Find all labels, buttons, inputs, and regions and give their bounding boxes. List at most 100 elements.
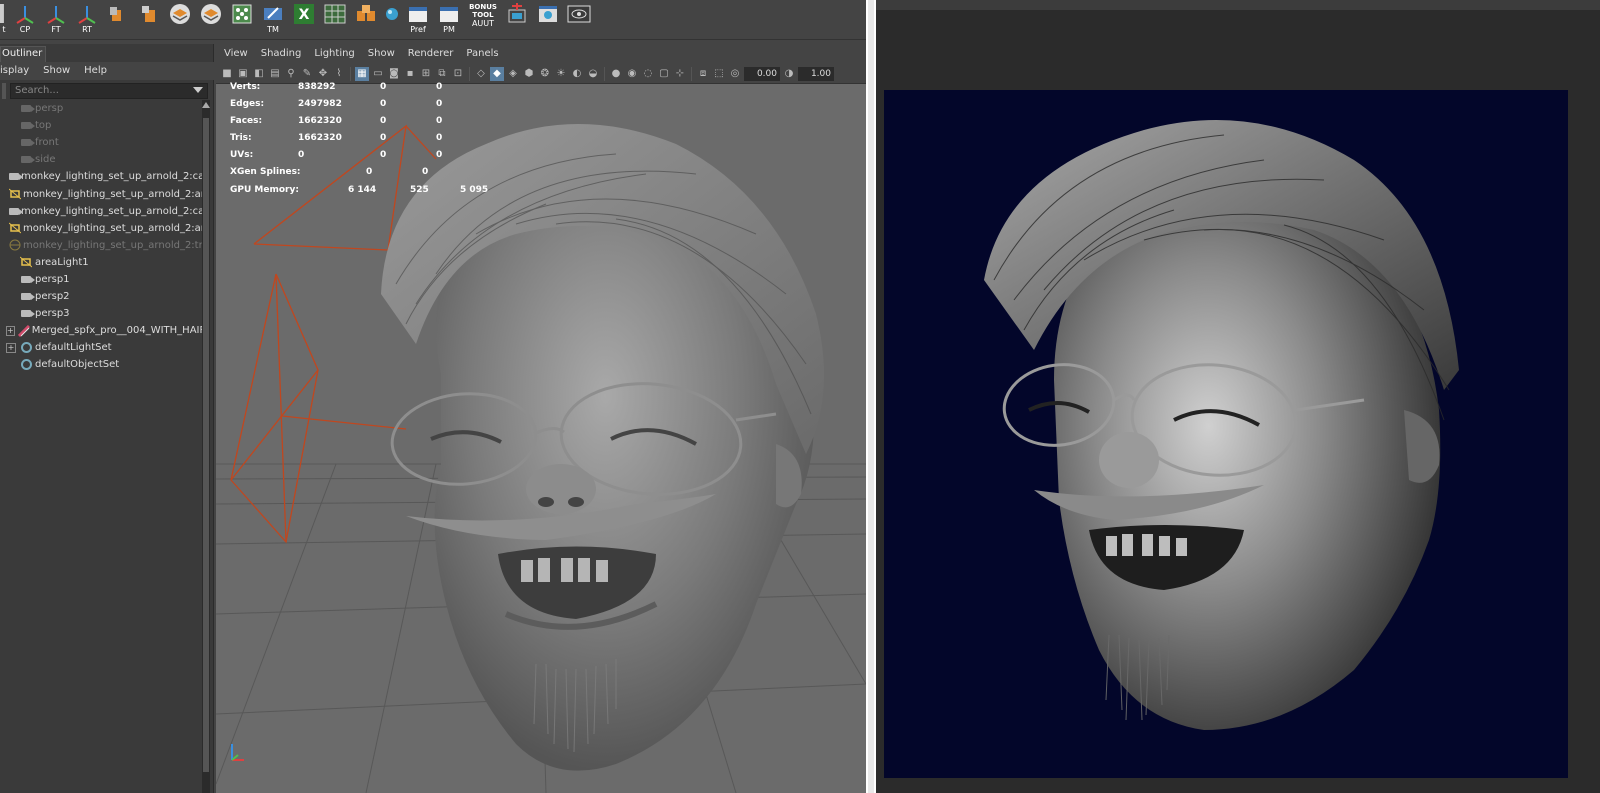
- render-image[interactable]: [884, 90, 1568, 778]
- shelf-button-render-region[interactable]: [503, 2, 531, 37]
- outliner-item[interactable]: persp: [0, 100, 202, 117]
- outliner-item[interactable]: defaultObjectSet: [0, 356, 202, 373]
- shelf-button-tm[interactable]: TM: [259, 3, 287, 37]
- gate-mask-icon[interactable]: ▪: [403, 67, 417, 81]
- outliner-item[interactable]: monkey_lighting_set_up_arnold_2:ca: [0, 203, 202, 220]
- pin-icon[interactable]: ⚲: [284, 67, 298, 81]
- shelf-button-dice[interactable]: [228, 3, 256, 37]
- select-camera-icon[interactable]: ■: [220, 67, 234, 81]
- viewport-panel[interactable]: View Shading Lighting Show Renderer Pane…: [216, 44, 866, 793]
- outliner-item[interactable]: side: [0, 151, 202, 168]
- shelf-button-rt[interactable]: RT: [73, 3, 101, 37]
- search-handle[interactable]: [2, 83, 6, 99]
- shelf-button-pm[interactable]: PM: [435, 3, 463, 37]
- image-plane-icon[interactable]: ▤: [268, 67, 282, 81]
- hud-value: 1662320: [298, 116, 342, 127]
- wireframe-icon[interactable]: ◇: [474, 67, 488, 81]
- shelf-button-cube-b[interactable]: [135, 3, 163, 37]
- gamma-field[interactable]: 1.00: [798, 66, 834, 81]
- film-gate-icon[interactable]: ▭: [371, 67, 385, 81]
- outliner-item[interactable]: persp3: [0, 305, 202, 322]
- isolate-select-icon[interactable]: ◌: [641, 67, 655, 81]
- menu-view[interactable]: View: [224, 44, 248, 64]
- xray-icon[interactable]: ▢: [657, 67, 671, 81]
- shelf-button-eye[interactable]: [565, 3, 593, 37]
- camera-attributes-icon[interactable]: ▣: [236, 67, 250, 81]
- shelf-button-cubes[interactable]: [352, 3, 380, 37]
- shelf-button-layer-b[interactable]: [197, 3, 225, 37]
- outliner-item[interactable]: persp2: [0, 288, 202, 305]
- shadows-icon[interactable]: ☀: [554, 67, 568, 81]
- smooth-shade-icon[interactable]: ◆: [490, 66, 504, 81]
- shelf-button-ft[interactable]: FT: [42, 3, 70, 37]
- shelf-button-sphere[interactable]: [383, 3, 401, 37]
- menu-shading[interactable]: Shading: [261, 44, 302, 64]
- camera-icon: [19, 291, 35, 303]
- chevron-down-icon[interactable]: [193, 87, 203, 93]
- bookmark-icon[interactable]: ◧: [252, 67, 266, 81]
- shelf-button-grid[interactable]: [321, 3, 349, 37]
- outliner-item[interactable]: front: [0, 134, 202, 151]
- scroll-up-icon[interactable]: [202, 102, 210, 108]
- shelf-button-pref[interactable]: Pref: [404, 3, 432, 37]
- depth-of-field-icon[interactable]: ◉: [625, 67, 639, 81]
- outliner-vertical-scrollbar[interactable]: [202, 100, 210, 793]
- outliner-tab[interactable]: Outliner: [0, 46, 46, 62]
- hud-value: 0: [436, 99, 443, 110]
- exposure-field[interactable]: 0.00: [744, 66, 780, 81]
- grease-pencil-icon[interactable]: ✎: [300, 67, 314, 81]
- menu-renderer[interactable]: Renderer: [408, 44, 454, 64]
- use-all-lights-icon[interactable]: ❂: [538, 67, 552, 81]
- scroll-thumb[interactable]: [203, 118, 209, 772]
- field-chart-icon[interactable]: ⊞: [419, 67, 433, 81]
- hud-label: Tris:: [230, 133, 252, 144]
- outliner-item[interactable]: + Merged_spfx_pro__004_WITH_HAIR:Z: [0, 322, 202, 339]
- outliner-item[interactable]: persp1: [0, 271, 202, 288]
- outliner-item[interactable]: areaLight1: [0, 254, 202, 271]
- outliner-item[interactable]: + defaultLightSet: [0, 339, 202, 356]
- motion-blur-icon[interactable]: ◒: [586, 67, 600, 81]
- xray-joints-icon[interactable]: ⊹: [673, 67, 687, 81]
- divider-handle[interactable]: [868, 0, 874, 793]
- expand-icon[interactable]: +: [6, 342, 16, 353]
- safe-title-icon[interactable]: ⊡: [451, 67, 465, 81]
- shelf-button-partial[interactable]: ▌ t: [0, 3, 10, 37]
- shelf-button-layer-a[interactable]: [166, 3, 194, 37]
- shelf-button-render-settings[interactable]: [534, 3, 562, 37]
- shelf-button-bonus-tool[interactable]: BONUS TOOL AUUT: [466, 3, 500, 37]
- move-icon[interactable]: ✥: [316, 67, 330, 81]
- outliner-item[interactable]: monkey_lighting_set_up_arnold_2:tra: [0, 237, 202, 254]
- resolution-gate-icon[interactable]: ◙: [387, 67, 401, 81]
- color-management-icon[interactable]: ⬚: [712, 67, 726, 81]
- exposure-icon[interactable]: ◎: [728, 67, 742, 81]
- grid-toggle-icon[interactable]: ▦: [355, 66, 369, 81]
- safe-action-icon[interactable]: ⧉: [435, 67, 449, 81]
- expand-icon[interactable]: +: [6, 325, 15, 336]
- panel-divider[interactable]: [866, 0, 876, 793]
- shelf-button-cp[interactable]: CP: [11, 3, 39, 37]
- shelf-button-excel[interactable]: X: [290, 3, 318, 37]
- menu-lighting[interactable]: Lighting: [314, 44, 354, 64]
- menu-display[interactable]: isplay: [0, 62, 29, 80]
- multisample-icon[interactable]: ●: [609, 67, 623, 81]
- search-input[interactable]: Search...: [10, 83, 208, 99]
- transform-icon: [9, 239, 21, 251]
- outliner-item[interactable]: top: [0, 117, 202, 134]
- brush-icon[interactable]: ⌇: [332, 67, 346, 81]
- outliner-item[interactable]: monkey_lighting_set_up_arnold_2:ca: [0, 168, 202, 185]
- menu-show[interactable]: Show: [368, 44, 395, 64]
- menu-panels[interactable]: Panels: [466, 44, 498, 64]
- gamma-field-icon[interactable]: ◑: [782, 67, 796, 81]
- gamma-icon[interactable]: ⧈: [696, 67, 710, 81]
- shelf-button-cube-a[interactable]: [104, 3, 132, 37]
- outliner-item[interactable]: monkey_lighting_set_up_arnold_2:ar: [0, 185, 202, 202]
- textured-icon[interactable]: ⬢: [522, 67, 536, 81]
- axis-gizmo: [226, 740, 250, 767]
- ambient-occlusion-icon[interactable]: ◐: [570, 67, 584, 81]
- menu-show[interactable]: Show: [43, 62, 70, 80]
- wireframe-on-shaded-icon[interactable]: ◈: [506, 67, 520, 81]
- menu-help[interactable]: Help: [84, 62, 107, 80]
- heads-up-display: Verts: 838292 0 0 Edges: 2497982 0 0 Faces: 16623…: [230, 82, 490, 202]
- head-model[interactable]: [381, 124, 824, 771]
- outliner-item[interactable]: monkey_lighting_set_up_arnold_2:ar: [0, 220, 202, 237]
